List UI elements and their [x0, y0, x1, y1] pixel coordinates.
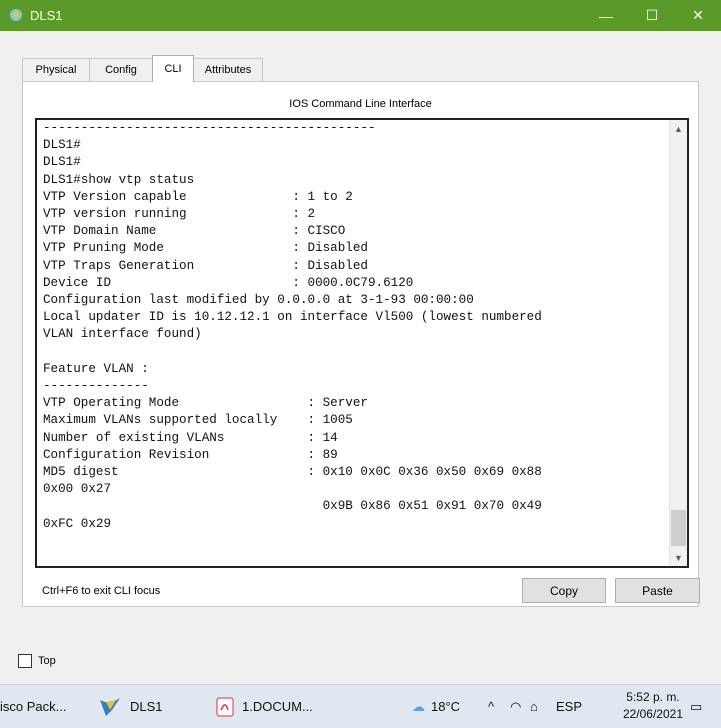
tray-overflow[interactable]: ^ [488, 685, 494, 728]
clock-time: 5:52 p. m. [626, 690, 680, 704]
minimize-button[interactable]: — [583, 0, 629, 31]
tab-config[interactable]: Config [89, 58, 153, 81]
notifications-icon[interactable]: ▭ [690, 685, 702, 728]
weather-widget[interactable]: ☁ 18°C [412, 685, 460, 728]
chevron-up-icon[interactable]: ^ [488, 699, 494, 714]
scroll-up-icon[interactable]: ▲ [670, 120, 687, 137]
paste-button[interactable]: Paste [615, 578, 700, 603]
maximize-button[interactable]: ☐ [629, 0, 675, 31]
packet-tracer-icon [100, 697, 120, 716]
taskbar-item-label: isco Pack... [0, 699, 67, 714]
speaker-icon[interactable]: ⌂ [530, 685, 538, 728]
copy-button[interactable]: Copy [522, 578, 606, 603]
vertical-scrollbar[interactable]: ▲ ▼ [669, 120, 687, 566]
taskbar-item-document[interactable]: 1.DOCUM... [216, 685, 313, 728]
scroll-down-icon[interactable]: ▼ [670, 549, 687, 566]
taskbar-item-label: 1.DOCUM... [242, 699, 313, 714]
cli-output[interactable]: ----------------------------------------… [43, 120, 542, 533]
clock-date: 22/06/2021 [622, 707, 683, 721]
cloud-icon: ☁ [412, 698, 425, 714]
title-bar: DLS1 — ☐ ✕ [0, 0, 721, 31]
taskbar-item-cisco-packet[interactable]: isco Pack... [0, 685, 66, 728]
top-checkbox[interactable]: Top [18, 654, 56, 668]
weather-temp: 18°C [431, 699, 461, 714]
language-label: ESP [556, 699, 583, 714]
language-indicator[interactable]: ESP [556, 685, 582, 728]
close-button[interactable]: ✕ [675, 0, 721, 31]
pdf-icon [216, 697, 234, 716]
panel-title: IOS Command Line Interface [289, 98, 432, 110]
taskbar: isco Pack... DLS1 1.DOCUM... ☁ 18°C ^ ◠ … [0, 684, 721, 728]
cli-terminal[interactable]: ----------------------------------------… [35, 118, 689, 568]
tab-attributes[interactable]: Attributes [193, 58, 263, 81]
checkbox-box[interactable] [18, 654, 32, 668]
tab-physical[interactable]: Physical [22, 58, 90, 81]
taskbar-item-dls1[interactable]: DLS1 [98, 685, 163, 728]
clock[interactable]: 5:52 p. m. 22/06/2021 [623, 689, 683, 723]
scroll-thumb[interactable] [671, 510, 686, 546]
taskbar-item-label: DLS1 [130, 699, 163, 714]
tab-cli[interactable]: CLI [152, 55, 194, 82]
cli-focus-hint: Ctrl+F6 to exit CLI focus [42, 585, 161, 597]
wifi-icon[interactable]: ◠ [510, 685, 521, 728]
packet-tracer-icon [10, 9, 22, 21]
top-checkbox-label: Top [38, 655, 56, 667]
window-title: DLS1 [30, 8, 63, 23]
